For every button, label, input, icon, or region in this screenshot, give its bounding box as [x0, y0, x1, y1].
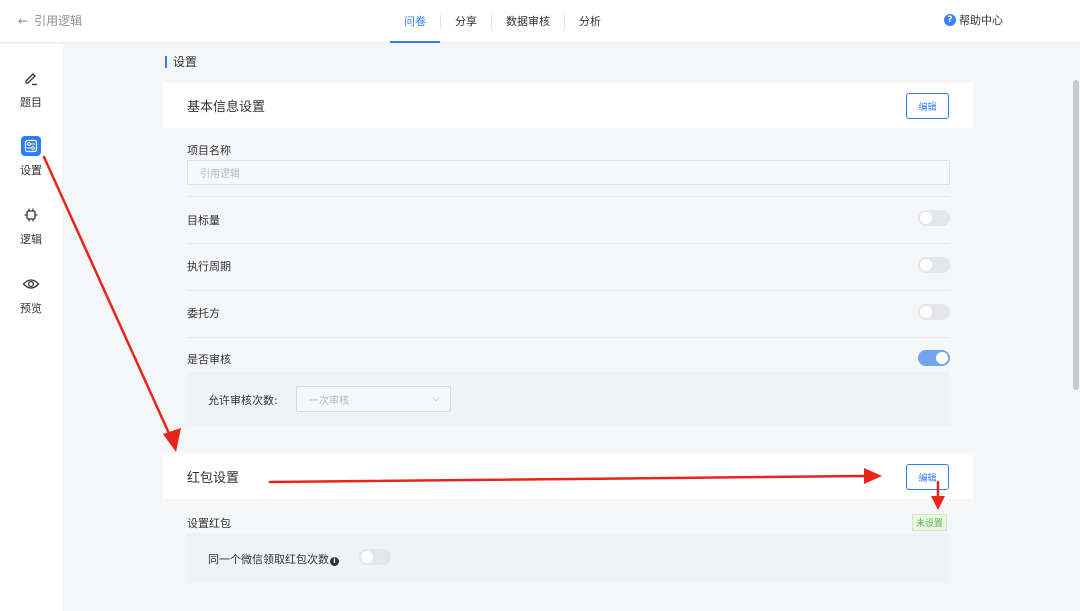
review-toggle[interactable] [918, 350, 950, 366]
annotation-arrowhead [163, 428, 181, 452]
section-title: 设置 [165, 56, 197, 68]
redpacket-header: 红包设置 编辑 [163, 454, 973, 499]
back-button[interactable]: ← 引用逻辑 [18, 12, 82, 29]
tab-analysis[interactable]: 分析 [565, 0, 615, 43]
back-arrow-icon: ← [18, 13, 29, 28]
top-bar: ← 引用逻辑 问卷 分享 数据审核 分析 ? 帮助中心 [0, 0, 1080, 43]
info-icon[interactable]: i [330, 557, 339, 566]
wechat-times-toggle[interactable] [359, 549, 391, 565]
set-redpacket-label: 设置红包 [187, 517, 231, 530]
basic-info-edit-button[interactable]: 编辑 [906, 93, 949, 119]
sidebar: 题目 设置 逻辑 预览 [0, 44, 62, 611]
toggle-knob [920, 212, 932, 224]
review-times-value: 一次审核 [309, 395, 349, 407]
tab-data-review[interactable]: 数据审核 [492, 0, 564, 43]
scrollbar-thumb[interactable] [1073, 80, 1079, 390]
toggle-knob [361, 551, 373, 563]
basic-info-title: 基本信息设置 [187, 100, 266, 115]
sidebar-item-label: 逻辑 [20, 233, 42, 246]
chip-icon [21, 205, 41, 225]
sidebar-item-label: 设置 [20, 164, 42, 177]
project-name-input[interactable]: 引用逻辑 [187, 160, 950, 185]
question-icon: ? [944, 14, 956, 26]
client-toggle[interactable] [918, 304, 950, 320]
review-times-select[interactable]: 一次审核 ⌵ [296, 386, 451, 412]
project-name-label: 项目名称 [187, 144, 231, 157]
review-label: 是否审核 [187, 353, 231, 366]
annotation-arrow-line [42, 155, 174, 442]
basic-info-header: 基本信息设置 编辑 [163, 83, 973, 128]
target-label: 目标量 [187, 214, 220, 227]
row-divider [187, 337, 950, 338]
review-times-label: 允许审核次数: [208, 394, 278, 407]
toggle-knob [936, 352, 948, 364]
chevron-down-icon: ⌵ [432, 393, 440, 404]
help-center-label: 帮助中心 [959, 14, 1003, 27]
main-tabs: 问卷 分享 数据审核 分析 [390, 0, 615, 43]
sidebar-item-label: 题目 [20, 96, 42, 109]
cycle-label: 执行周期 [187, 260, 231, 273]
tab-share[interactable]: 分享 [441, 0, 491, 43]
tab-questionnaire[interactable]: 问卷 [390, 0, 440, 43]
sidebar-item-logic[interactable]: 逻辑 [0, 205, 62, 247]
row-divider [187, 290, 950, 291]
redpacket-title: 红包设置 [187, 471, 240, 486]
sidebar-item-questions[interactable]: 题目 [0, 68, 62, 110]
status-badge: 未设置 [912, 514, 948, 531]
settings-panel-icon [21, 136, 41, 156]
pencil-icon [21, 68, 41, 88]
toggle-knob [920, 306, 932, 318]
toggle-knob [920, 259, 932, 271]
target-toggle[interactable] [918, 210, 950, 226]
sidebar-item-label: 预览 [20, 302, 42, 315]
row-divider [187, 196, 950, 197]
client-label: 委托方 [187, 307, 220, 320]
eye-icon [21, 274, 41, 294]
sidebar-item-settings[interactable]: 设置 [0, 136, 62, 178]
sidebar-item-preview[interactable]: 预览 [0, 274, 62, 316]
help-center-link[interactable]: ? 帮助中心 [944, 12, 1003, 28]
row-divider [187, 243, 950, 244]
wechat-times-label: 同一个微信领取红包次数 [208, 553, 329, 566]
back-label: 引用逻辑 [34, 14, 83, 28]
redpacket-edit-button[interactable]: 编辑 [906, 464, 949, 490]
cycle-toggle[interactable] [918, 257, 950, 273]
wechat-times-row: 同一个微信领取红包次数 i [208, 551, 339, 567]
